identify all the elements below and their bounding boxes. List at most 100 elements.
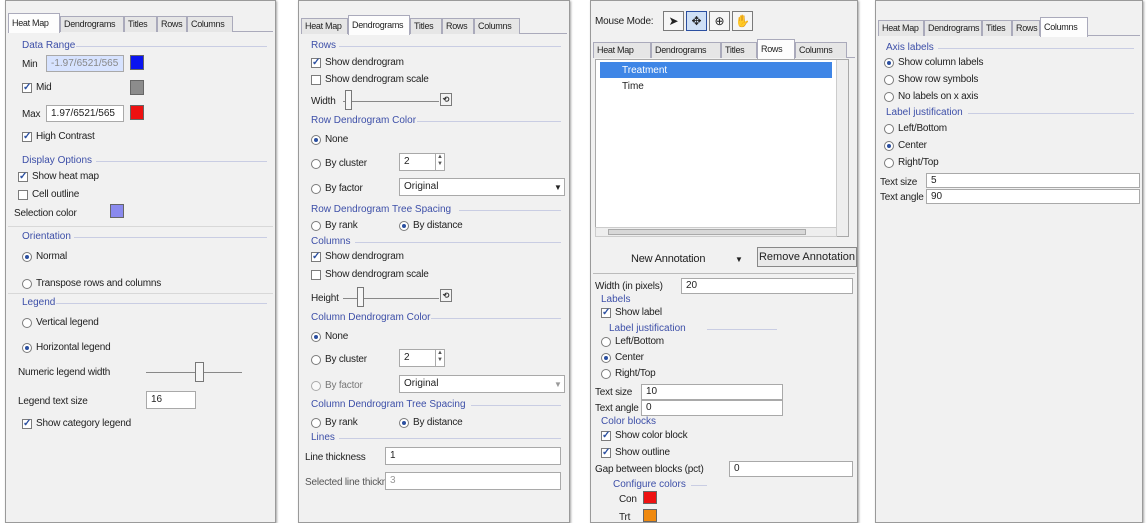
- row-show-dendrogram-scale-checkbox[interactable]: [311, 75, 321, 85]
- tab-columns[interactable]: Columns: [187, 16, 233, 32]
- list-item[interactable]: Treatment: [600, 62, 832, 78]
- list-item[interactable]: Time: [600, 78, 832, 94]
- tab-columns[interactable]: Columns: [474, 18, 520, 34]
- col-by-distance-radio[interactable]: [399, 418, 409, 428]
- center-radio[interactable]: [601, 353, 611, 363]
- col-color-none-radio[interactable]: [311, 332, 321, 342]
- transpose-radio[interactable]: [22, 279, 32, 289]
- chevron-down-icon[interactable]: ▼: [735, 255, 743, 264]
- pointer-icon[interactable]: ➤: [663, 11, 684, 31]
- width-reset-icon[interactable]: ⟲: [440, 93, 452, 106]
- row-show-dendrogram-checkbox[interactable]: ✓: [311, 58, 321, 68]
- tab-heat-map[interactable]: Heat Map: [878, 20, 924, 36]
- right-top-radio[interactable]: [601, 369, 611, 379]
- color-swatch-trt[interactable]: [643, 509, 657, 522]
- color-swatch-con[interactable]: [643, 491, 657, 504]
- left-bottom-radio[interactable]: [884, 124, 894, 134]
- chevron-down-icon[interactable]: ▼: [554, 380, 562, 389]
- tab-dendrograms[interactable]: Dendrograms: [924, 20, 982, 36]
- row-factor-select[interactable]: Original: [399, 178, 565, 196]
- gap-field[interactable]: 0: [729, 461, 853, 477]
- no-labels-label: No labels on x axis: [898, 91, 979, 102]
- tab-titles[interactable]: Titles: [982, 20, 1012, 36]
- cell-outline-checkbox[interactable]: [18, 190, 28, 200]
- annotation-list[interactable]: Treatment Time: [595, 59, 849, 237]
- selected-line-thickness-field[interactable]: 3: [385, 472, 561, 490]
- tab-titles[interactable]: Titles: [410, 18, 442, 34]
- zoom-icon[interactable]: ⊕: [709, 11, 730, 31]
- max-color-swatch[interactable]: [130, 105, 144, 120]
- line-thickness-field[interactable]: 1: [385, 447, 561, 465]
- selection-color-swatch[interactable]: [110, 204, 124, 218]
- show-color-block-checkbox[interactable]: ✓: [601, 431, 611, 441]
- right-top-radio[interactable]: [884, 158, 894, 168]
- numeric-legend-width-slider[interactable]: [194, 362, 204, 382]
- chevron-down-icon[interactable]: ▼: [554, 183, 562, 192]
- mid-checkbox[interactable]: ✓: [22, 83, 32, 93]
- col-by-factor-radio[interactable]: [311, 381, 321, 391]
- row-by-cluster-radio[interactable]: [311, 159, 321, 169]
- separator: [431, 318, 561, 319]
- height-reset-icon[interactable]: ⟲: [440, 289, 452, 302]
- hand-icon[interactable]: ✋: [732, 11, 753, 31]
- pan-tool-icon[interactable]: ✥: [686, 11, 707, 31]
- center-radio[interactable]: [884, 141, 894, 151]
- col-show-dendrogram-checkbox[interactable]: ✓: [311, 252, 321, 262]
- tab-heat-map[interactable]: Heat Map: [8, 13, 60, 33]
- tab-rows[interactable]: Rows: [1012, 20, 1040, 36]
- show-row-symbols-radio[interactable]: [884, 75, 894, 85]
- width-pixels-field[interactable]: 20: [681, 278, 853, 294]
- col-show-dendrogram-scale-checkbox[interactable]: [311, 270, 321, 280]
- show-column-labels-radio[interactable]: [884, 58, 894, 68]
- height-slider[interactable]: [357, 287, 364, 307]
- tab-columns[interactable]: Columns: [1040, 17, 1088, 37]
- remove-annotation-button[interactable]: Remove Annotation: [757, 247, 857, 267]
- text-size-field[interactable]: 5: [926, 173, 1140, 188]
- legend-text-size-field[interactable]: 16: [146, 391, 196, 409]
- tab-titles[interactable]: Titles: [721, 42, 757, 58]
- horizontal-legend-radio[interactable]: [22, 343, 32, 353]
- tab-rows[interactable]: Rows: [757, 39, 795, 59]
- tab-titles[interactable]: Titles: [124, 16, 157, 32]
- left-bottom-radio[interactable]: [601, 337, 611, 347]
- show-category-legend-checkbox[interactable]: ✓: [22, 419, 32, 429]
- show-heat-map-checkbox[interactable]: ✓: [18, 172, 28, 182]
- tab-heat-map[interactable]: Heat Map: [593, 42, 651, 58]
- text-angle-field[interactable]: 90: [926, 189, 1140, 204]
- tab-columns[interactable]: Columns: [795, 42, 847, 58]
- row-by-distance-radio[interactable]: [399, 221, 409, 231]
- text-angle-field[interactable]: 0: [641, 400, 783, 416]
- show-outline-checkbox[interactable]: ✓: [601, 448, 611, 458]
- tab-rows[interactable]: Rows: [157, 16, 187, 32]
- min-value-field[interactable]: -1.97/6521/565: [46, 55, 124, 72]
- tab-dendrograms[interactable]: Dendrograms: [651, 42, 721, 58]
- tab-heat-map[interactable]: Heat Map: [301, 18, 348, 34]
- high-contrast-checkbox[interactable]: ✓: [22, 132, 32, 142]
- min-color-swatch[interactable]: [130, 55, 144, 70]
- vertical-scrollbar[interactable]: [836, 60, 848, 236]
- vertical-legend-radio[interactable]: [22, 318, 32, 328]
- show-label-checkbox[interactable]: ✓: [601, 308, 611, 318]
- text-size-field[interactable]: 10: [641, 384, 783, 400]
- normal-radio[interactable]: [22, 252, 32, 262]
- col-by-cluster-radio[interactable]: [311, 355, 321, 365]
- row-color-none-radio[interactable]: [311, 135, 321, 145]
- row-cluster-spinner[interactable]: ▲ ▼: [435, 154, 444, 170]
- tab-dendrograms[interactable]: Dendrograms: [348, 15, 410, 35]
- row-by-factor-radio[interactable]: [311, 184, 321, 194]
- col-by-rank-radio[interactable]: [311, 418, 321, 428]
- tab-dendrograms[interactable]: Dendrograms: [60, 16, 124, 32]
- separator: [339, 438, 561, 439]
- max-value-field[interactable]: 1.97/6521/565: [46, 105, 124, 122]
- mid-color-swatch[interactable]: [130, 80, 144, 95]
- row-by-rank-radio[interactable]: [311, 221, 321, 231]
- tab-rows[interactable]: Rows: [442, 18, 474, 34]
- no-labels-radio[interactable]: [884, 92, 894, 102]
- display-options-heading: Display Options: [22, 155, 93, 166]
- new-annotation-button[interactable]: New Annotation: [631, 253, 705, 265]
- width-slider[interactable]: [345, 90, 352, 110]
- col-factor-select[interactable]: Original: [399, 375, 565, 393]
- horizontal-scrollbar[interactable]: [595, 227, 837, 237]
- col-cluster-spinner[interactable]: ▲ ▼: [435, 350, 444, 366]
- columns-settings-panel: Heat Map Dendrograms Titles Rows Columns…: [875, 0, 1143, 523]
